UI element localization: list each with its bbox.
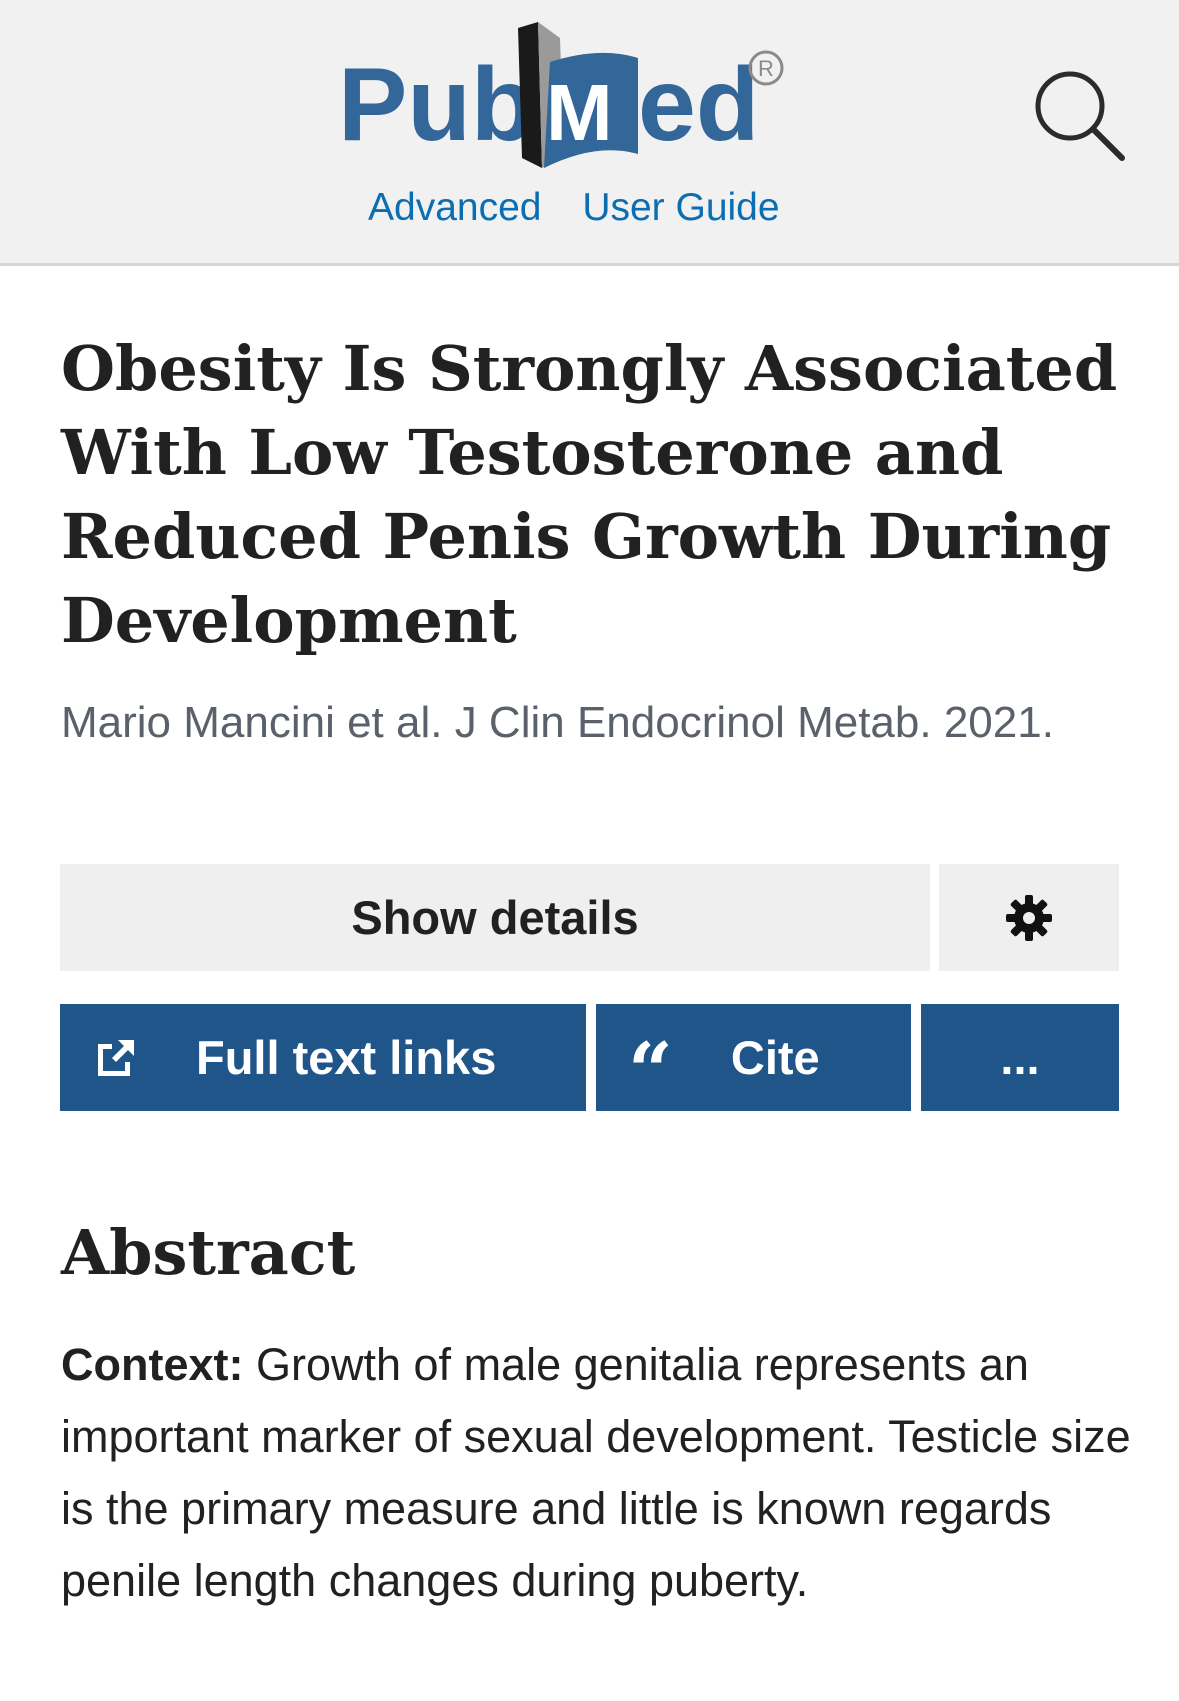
full-text-links-label: Full text links xyxy=(196,1031,497,1084)
advanced-search-link[interactable]: Advanced xyxy=(368,186,541,229)
quote-icon: “ xyxy=(628,1025,673,1117)
search-button[interactable] xyxy=(1030,66,1130,166)
svg-text:Pub: Pub xyxy=(338,47,534,163)
abstract-paragraph: Context: Growth of male genitalia repres… xyxy=(61,1329,1141,1617)
svg-text:ed: ed xyxy=(638,47,759,163)
cite-button[interactable]: “ Cite xyxy=(596,1004,911,1111)
context-label: Context: xyxy=(61,1339,244,1390)
gear-icon xyxy=(1006,894,1052,941)
more-actions-button[interactable]: ... xyxy=(921,1004,1119,1111)
svg-text:R: R xyxy=(758,56,774,81)
site-header: Pub M ed R Advanced User Guide xyxy=(0,0,1179,266)
full-text-links-button[interactable]: Full text links xyxy=(60,1004,586,1111)
external-link-icon xyxy=(98,1039,134,1076)
svg-text:M: M xyxy=(546,68,613,157)
abstract-heading: Abstract xyxy=(61,1216,356,1289)
search-icon xyxy=(1035,71,1125,161)
show-details-button[interactable]: Show details xyxy=(60,864,930,971)
cite-label: Cite xyxy=(730,1031,820,1084)
user-guide-link[interactable]: User Guide xyxy=(582,186,779,229)
pubmed-logo[interactable]: Pub M ed R xyxy=(338,18,838,188)
more-label: ... xyxy=(1000,1031,1040,1084)
display-options-button[interactable] xyxy=(939,864,1119,971)
article-title: Obesity Is Strongly Associated With Low … xyxy=(61,332,1118,657)
article-citation: Mario Mancini et al. J Clin Endocrinol M… xyxy=(61,698,1054,747)
header-links: Advanced User Guide xyxy=(368,186,810,230)
